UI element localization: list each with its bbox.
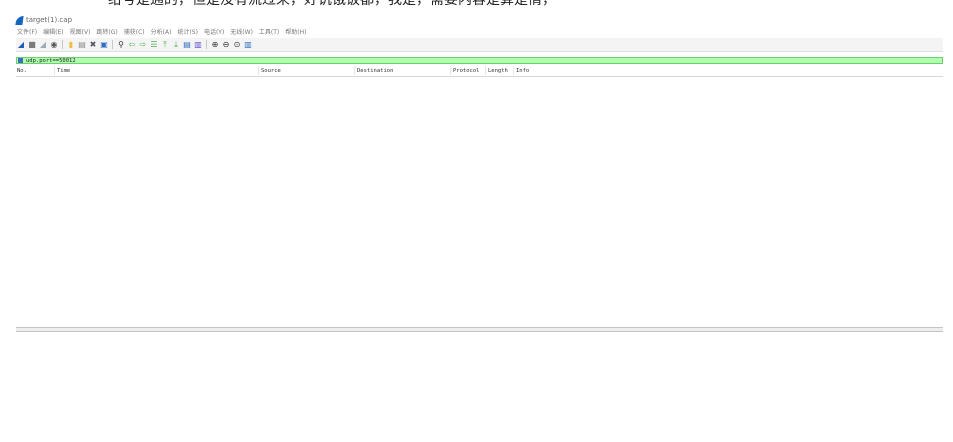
filter-bookmark-icon[interactable]: [18, 58, 23, 63]
menu-capture[interactable]: 捕获(C): [124, 28, 145, 37]
menu-tools[interactable]: 工具(T): [259, 28, 279, 37]
packet-list-header: No. Time Source Destination Protocol Len…: [16, 66, 943, 77]
normal-size-icon[interactable]: ⊙: [233, 40, 241, 49]
toolbar-separator: [206, 40, 207, 49]
find-packet-icon[interactable]: ⚲: [117, 40, 125, 49]
stop-capture-icon[interactable]: ■: [28, 40, 36, 49]
resize-columns-icon[interactable]: ▥: [244, 40, 252, 49]
column-divider[interactable]: [354, 66, 355, 75]
column-divider[interactable]: [54, 66, 55, 75]
close-file-icon[interactable]: ✖: [89, 40, 97, 49]
menu-help[interactable]: 帮助(H): [285, 28, 306, 37]
menu-edit[interactable]: 编辑(E): [43, 28, 63, 37]
menu-analyze[interactable]: 分析(A): [151, 28, 172, 37]
open-file-icon[interactable]: ▮: [67, 40, 75, 49]
column-header-info[interactable]: Info: [516, 67, 529, 75]
colorize-icon[interactable]: ▥: [194, 40, 202, 49]
document-caption-fragment: 给号是通的，但是没有流过来，好饥饿饭都，我是，需要内容是算是情，: [0, 0, 953, 9]
menu-go[interactable]: 跳转(G): [96, 28, 117, 37]
save-file-icon[interactable]: ▤: [78, 40, 86, 49]
column-divider[interactable]: [485, 66, 486, 75]
column-header-length[interactable]: Length: [488, 67, 508, 75]
first-packet-icon[interactable]: ⤒: [161, 40, 169, 49]
window-title: target(1).cap: [26, 16, 73, 24]
start-capture-icon[interactable]: ◢: [17, 40, 25, 49]
restart-capture-icon[interactable]: ◢: [39, 40, 47, 49]
column-header-source[interactable]: Source: [261, 67, 281, 75]
column-header-time[interactable]: Time: [57, 67, 70, 75]
menu-view[interactable]: 视图(V): [70, 28, 91, 37]
reload-file-icon[interactable]: ▣: [100, 40, 108, 49]
column-header-destination[interactable]: Destination: [357, 67, 393, 75]
menu-statistics[interactable]: 统计(S): [177, 28, 198, 37]
toolbar-separator: [62, 40, 63, 49]
column-divider[interactable]: [450, 66, 451, 75]
column-header-no[interactable]: No.: [17, 67, 27, 75]
zoom-out-icon[interactable]: ⊖: [222, 40, 230, 49]
autoscroll-icon[interactable]: ▤: [183, 40, 191, 49]
column-header-protocol[interactable]: Protocol: [453, 67, 480, 75]
wireshark-fin-icon: [15, 16, 24, 25]
menu-wireless[interactable]: 无线(W): [230, 28, 253, 37]
caption-text: 给号是通的，但是没有流过来，好饥饿饭都，我是，需要内容是算是情，: [108, 0, 556, 8]
menu-bar: 文件(F) 编辑(E) 视图(V) 跳转(G) 捕获(C) 分析(A) 统计(S…: [17, 28, 306, 37]
go-to-packet-icon[interactable]: ☰: [150, 40, 158, 49]
window-titlebar: target(1).cap: [15, 15, 73, 26]
display-filter-bar: udp.port==50012: [16, 57, 943, 64]
menu-file[interactable]: 文件(F): [17, 28, 37, 37]
go-back-icon[interactable]: ⇦: [128, 40, 136, 49]
packet-list-pane[interactable]: [16, 77, 943, 325]
last-packet-icon[interactable]: ⤓: [172, 40, 180, 49]
column-divider[interactable]: [513, 66, 514, 75]
menu-telephony[interactable]: 电话(Y): [204, 28, 224, 37]
column-divider[interactable]: [258, 66, 259, 75]
capture-options-icon[interactable]: ◉: [50, 40, 58, 49]
main-toolbar: ◢ ■ ◢ ◉ ▮ ▤ ✖ ▣ ⚲ ⇦ ⇨ ☰ ⤒ ⤓ ▤ ▥ ⊕ ⊖ ⊙ ▥: [16, 38, 943, 52]
display-filter-input[interactable]: udp.port==50012: [26, 58, 76, 64]
packet-details-pane[interactable]: [16, 332, 943, 442]
toolbar-separator: [112, 40, 113, 49]
go-forward-icon[interactable]: ⇨: [139, 40, 147, 49]
zoom-in-icon[interactable]: ⊕: [211, 40, 219, 49]
